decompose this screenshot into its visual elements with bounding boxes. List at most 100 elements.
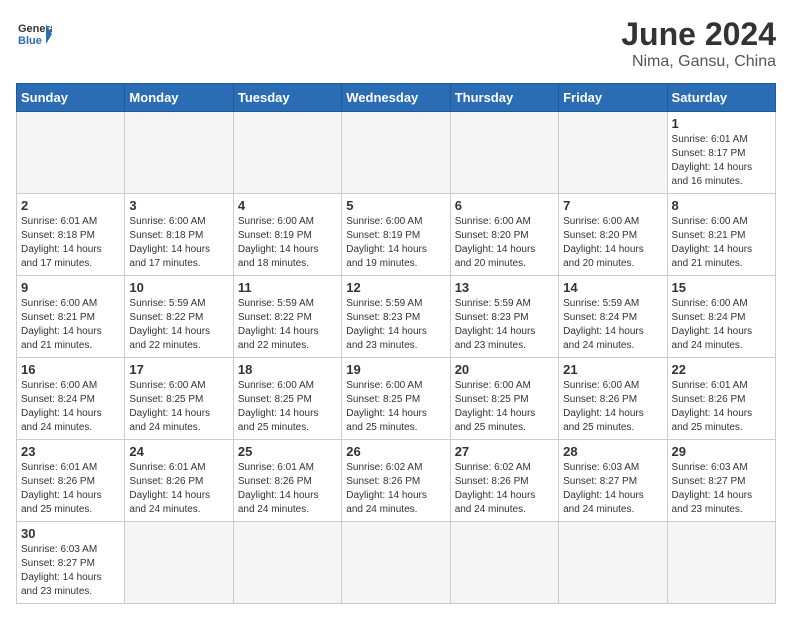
calendar-cell: 22Sunrise: 6:01 AM Sunset: 8:26 PM Dayli… [667,358,775,440]
day-number: 15 [672,280,771,295]
calendar-cell: 16 Sunrise: 6:00 AM Sunset: 8:24 PM Dayli… [17,358,125,440]
weekday-tuesday: Tuesday [233,84,341,112]
day-number: 25 [238,444,337,459]
day-info: Sunrise: 6:01 AM Sunset: 8:26 PM Dayligh… [21,461,120,517]
day-number: 28 [563,444,662,459]
calendar-cell: 13Sunrise: 5:59 AM Sunset: 8:23 PM Dayli… [450,276,558,358]
day-number: 24 [129,444,228,459]
calendar-week-5: 23 Sunrise: 6:01 AM Sunset: 8:26 PM Dayli… [17,440,776,522]
calendar-cell: 18 Sunrise: 6:00 AM Sunset: 8:25 PM Dayli… [233,358,341,440]
day-number: 26 [346,444,445,459]
day-info: Sunrise: 6:00 AM Sunset: 8:24 PM Dayligh… [672,297,771,353]
calendar-cell [125,112,233,194]
day-number: 14 [563,280,662,295]
logo-icon: General Blue [16,16,52,52]
calendar-cell [667,522,775,604]
day-number: 1 [672,116,771,131]
day-number: 6 [455,198,554,213]
day-number: 13 [455,280,554,295]
calendar-cell [17,112,125,194]
day-info: Sunrise: 6:01 AM Sunset: 8:26 PM Dayligh… [672,379,771,435]
calendar-cell: 27Sunrise: 6:02 AM Sunset: 8:26 PM Dayli… [450,440,558,522]
calendar-cell: 6 Sunrise: 6:00 AM Sunset: 8:20 PM Daylig… [450,194,558,276]
day-number: 5 [346,198,445,213]
day-info: Sunrise: 6:02 AM Sunset: 8:26 PM Dayligh… [346,461,445,517]
day-info: Sunrise: 6:00 AM Sunset: 8:20 PM Dayligh… [455,215,554,271]
day-info: Sunrise: 6:03 AM Sunset: 8:27 PM Dayligh… [21,543,120,599]
calendar-cell: 26 Sunrise: 6:02 AM Sunset: 8:26 PM Dayli… [342,440,450,522]
day-info: Sunrise: 6:00 AM Sunset: 8:18 PM Dayligh… [129,215,228,271]
weekday-sunday: Sunday [17,84,125,112]
calendar-cell: 14Sunrise: 5:59 AM Sunset: 8:24 PM Dayli… [559,276,667,358]
weekday-header-row: SundayMondayTuesdayWednesdayThursdayFrid… [17,84,776,112]
day-number: 20 [455,362,554,377]
calendar-cell: 5 Sunrise: 6:00 AM Sunset: 8:19 PM Daylig… [342,194,450,276]
calendar-cell [342,112,450,194]
day-number: 19 [346,362,445,377]
calendar-week-3: 9Sunrise: 6:00 AM Sunset: 8:21 PM Daylig… [17,276,776,358]
title-area: June 2024 Nima, Gansu, China [621,16,776,71]
day-number: 17 [129,362,228,377]
day-info: Sunrise: 6:00 AM Sunset: 8:26 PM Dayligh… [563,379,662,435]
day-info: Sunrise: 6:01 AM Sunset: 8:26 PM Dayligh… [238,461,337,517]
day-number: 23 [21,444,120,459]
calendar-cell: 10Sunrise: 5:59 AM Sunset: 8:22 PM Dayli… [125,276,233,358]
day-number: 2 [21,198,120,213]
day-number: 16 [21,362,120,377]
calendar-cell: 3 Sunrise: 6:00 AM Sunset: 8:18 PM Daylig… [125,194,233,276]
day-info: Sunrise: 6:03 AM Sunset: 8:27 PM Dayligh… [563,461,662,517]
calendar-cell [233,112,341,194]
day-number: 18 [238,362,337,377]
day-info: Sunrise: 6:01 AM Sunset: 8:18 PM Dayligh… [21,215,120,271]
day-number: 3 [129,198,228,213]
day-info: Sunrise: 6:01 AM Sunset: 8:17 PM Dayligh… [672,133,771,189]
calendar-cell: 1 Sunrise: 6:01 AM Sunset: 8:17 PM Daylig… [667,112,775,194]
day-number: 30 [21,526,120,541]
calendar-cell [125,522,233,604]
calendar-cell: 2 Sunrise: 6:01 AM Sunset: 8:18 PM Daylig… [17,194,125,276]
day-info: Sunrise: 6:00 AM Sunset: 8:19 PM Dayligh… [346,215,445,271]
calendar-cell [559,522,667,604]
calendar-cell: 23 Sunrise: 6:01 AM Sunset: 8:26 PM Dayli… [17,440,125,522]
weekday-monday: Monday [125,84,233,112]
calendar-cell: 21 Sunrise: 6:00 AM Sunset: 8:26 PM Dayli… [559,358,667,440]
calendar-cell: 8Sunrise: 6:00 AM Sunset: 8:21 PM Daylig… [667,194,775,276]
calendar-week-1: 1 Sunrise: 6:01 AM Sunset: 8:17 PM Daylig… [17,112,776,194]
day-number: 29 [672,444,771,459]
day-info: Sunrise: 5:59 AM Sunset: 8:23 PM Dayligh… [346,297,445,353]
weekday-thursday: Thursday [450,84,558,112]
calendar-cell [233,522,341,604]
weekday-saturday: Saturday [667,84,775,112]
location-subtitle: Nima, Gansu, China [621,53,776,71]
calendar-cell: 30 Sunrise: 6:03 AM Sunset: 8:27 PM Dayli… [17,522,125,604]
calendar-cell [342,522,450,604]
calendar-week-4: 16 Sunrise: 6:00 AM Sunset: 8:24 PM Dayli… [17,358,776,440]
calendar-week-6: 30 Sunrise: 6:03 AM Sunset: 8:27 PM Dayli… [17,522,776,604]
calendar-cell: 19Sunrise: 6:00 AM Sunset: 8:25 PM Dayli… [342,358,450,440]
day-number: 7 [563,198,662,213]
calendar-cell [450,522,558,604]
calendar-cell: 25 Sunrise: 6:01 AM Sunset: 8:26 PM Dayli… [233,440,341,522]
day-info: Sunrise: 6:00 AM Sunset: 8:25 PM Dayligh… [129,379,228,435]
calendar-cell [559,112,667,194]
day-number: 10 [129,280,228,295]
calendar-cell: 24 Sunrise: 6:01 AM Sunset: 8:26 PM Dayli… [125,440,233,522]
logo: General Blue [16,16,52,52]
calendar-cell: 29 Sunrise: 6:03 AM Sunset: 8:27 PM Dayli… [667,440,775,522]
day-info: Sunrise: 6:01 AM Sunset: 8:26 PM Dayligh… [129,461,228,517]
day-info: Sunrise: 6:00 AM Sunset: 8:25 PM Dayligh… [238,379,337,435]
calendar-cell: 15 Sunrise: 6:00 AM Sunset: 8:24 PM Dayli… [667,276,775,358]
day-info: Sunrise: 6:00 AM Sunset: 8:24 PM Dayligh… [21,379,120,435]
calendar-cell: 7 Sunrise: 6:00 AM Sunset: 8:20 PM Daylig… [559,194,667,276]
day-number: 27 [455,444,554,459]
day-info: Sunrise: 6:00 AM Sunset: 8:21 PM Dayligh… [672,215,771,271]
day-info: Sunrise: 6:03 AM Sunset: 8:27 PM Dayligh… [672,461,771,517]
weekday-friday: Friday [559,84,667,112]
day-number: 9 [21,280,120,295]
calendar-cell: 11Sunrise: 5:59 AM Sunset: 8:22 PM Dayli… [233,276,341,358]
day-number: 12 [346,280,445,295]
day-info: Sunrise: 6:00 AM Sunset: 8:20 PM Dayligh… [563,215,662,271]
calendar-cell: 9Sunrise: 6:00 AM Sunset: 8:21 PM Daylig… [17,276,125,358]
header: General Blue June 2024 Nima, Gansu, Chin… [16,16,776,71]
day-number: 21 [563,362,662,377]
